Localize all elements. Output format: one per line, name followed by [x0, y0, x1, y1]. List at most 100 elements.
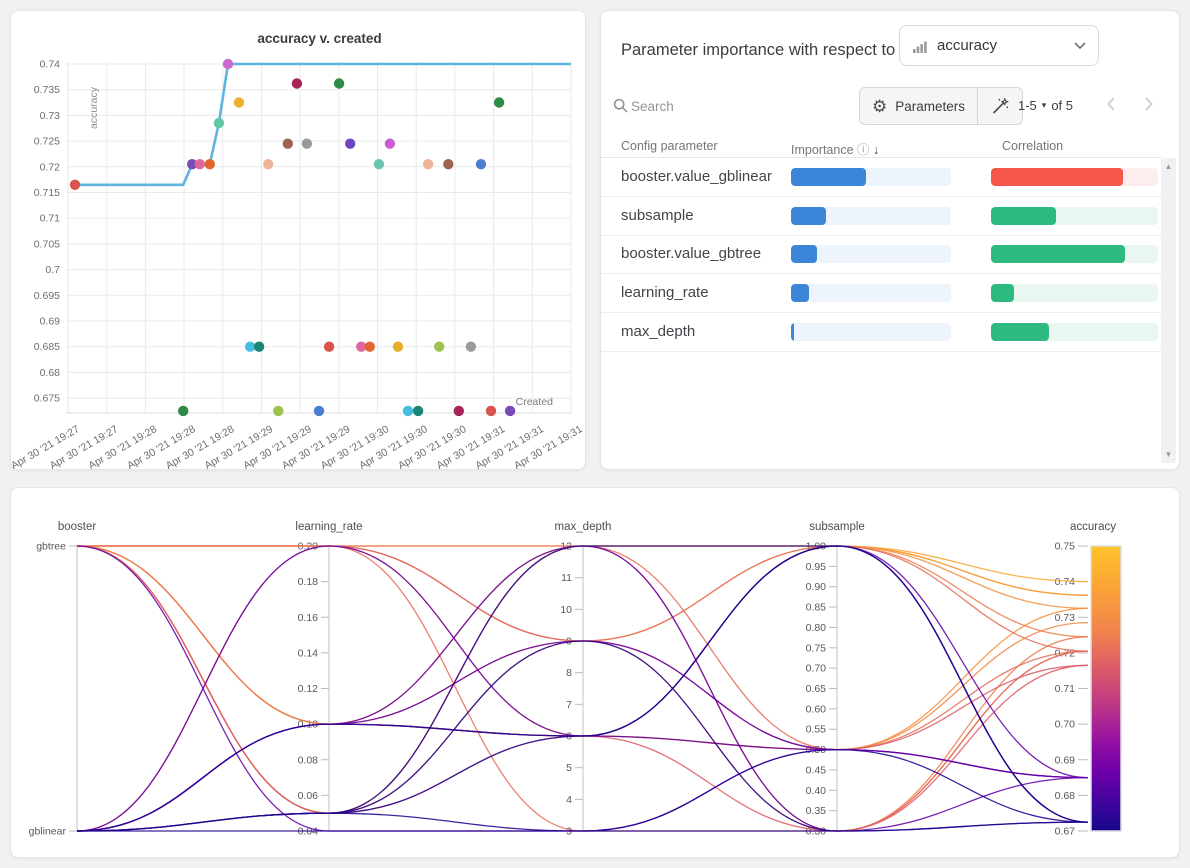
parameters-button[interactable]: ⚙ Parameters	[860, 88, 977, 124]
axis-tick-label: 0.67	[1055, 826, 1076, 838]
run-point[interactable]	[223, 59, 233, 69]
parameter-row[interactable]: booster.value_gbtree	[601, 235, 1161, 274]
run-point[interactable]	[494, 97, 504, 107]
importance-bar	[791, 245, 951, 263]
y-tick-label: 0.73	[40, 110, 61, 122]
accuracy-colorbar	[1091, 546, 1121, 831]
run-point[interactable]	[413, 406, 423, 416]
run-point[interactable]	[423, 159, 433, 169]
importance-bar	[791, 207, 951, 225]
y-tick-label: 0.74	[40, 59, 61, 71]
parameter-name: subsample	[621, 207, 694, 224]
magic-wand-button[interactable]	[977, 88, 1022, 124]
caret-down-icon: ▾	[1042, 100, 1047, 111]
run-point[interactable]	[195, 159, 205, 169]
run-point[interactable]	[443, 159, 453, 169]
scroll-up-icon[interactable]: ▲	[1161, 162, 1176, 171]
magic-wand-icon	[990, 96, 1010, 116]
chevron-down-icon	[1074, 42, 1086, 50]
run-point[interactable]	[505, 406, 515, 416]
table-scrollbar[interactable]: ▲ ▼	[1161, 158, 1176, 463]
run-point[interactable]	[403, 406, 413, 416]
run-point[interactable]	[254, 342, 264, 352]
parameter-row[interactable]: subsample	[601, 197, 1161, 236]
axis-title: subsample	[809, 521, 865, 533]
parameter-row[interactable]: learning_rate	[601, 274, 1161, 313]
y-tick-label: 0.71	[40, 213, 61, 225]
run-point[interactable]	[292, 78, 302, 88]
y-tick-label: 0.7	[45, 264, 60, 276]
column-header-importance[interactable]: Importance ⓘ ↓	[791, 139, 879, 158]
chevron-left-icon[interactable]	[1104, 96, 1118, 112]
parameter-name: booster.value_gblinear	[621, 168, 772, 185]
run-point[interactable]	[385, 139, 395, 149]
axis-tick-label: 7	[566, 699, 572, 711]
panel-title: Parameter importance with respect to	[621, 41, 895, 60]
parameter-row[interactable]: booster.value_gblinear	[601, 158, 1161, 197]
dashboard-page: 0.740.7350.730.7250.720.7150.710.7050.70…	[0, 0, 1190, 868]
run-point[interactable]	[314, 406, 324, 416]
sort-descending-icon: ↓	[873, 143, 879, 157]
run-point[interactable]	[70, 180, 80, 190]
run-point[interactable]	[434, 342, 444, 352]
run-point[interactable]	[178, 406, 188, 416]
axis-tick-label: 0.90	[806, 581, 827, 593]
pagination-control[interactable]: 1-5 ▾ of 5	[1018, 98, 1073, 113]
run-point[interactable]	[486, 406, 496, 416]
axis-title: booster	[58, 521, 97, 533]
run-point[interactable]	[454, 406, 464, 416]
parameter-name: learning_rate	[621, 284, 709, 301]
axis-tick-label: 0.14	[298, 647, 319, 659]
run-point[interactable]	[263, 159, 273, 169]
axis-tick-label: 0.55	[806, 724, 827, 736]
column-header-correlation[interactable]: Correlation	[1002, 139, 1063, 153]
run-point[interactable]	[365, 342, 375, 352]
pagination-of: of 5	[1051, 98, 1073, 113]
axis-title: accuracy	[1070, 521, 1116, 533]
run-point[interactable]	[283, 139, 293, 149]
column-header-parameter[interactable]: Config parameter	[621, 139, 718, 153]
parallel-coordinates-chart[interactable]: boostergblineargbtreelearning_rate0.040.…	[11, 488, 1179, 857]
scroll-down-icon[interactable]: ▼	[1161, 450, 1176, 459]
bar-chart-icon	[912, 38, 928, 54]
axis-tick-label: 0.08	[298, 754, 319, 766]
axis-tick-label: 0.68	[1055, 790, 1076, 802]
axis-tick-label: 11	[561, 572, 572, 584]
metric-selector-value: accuracy	[937, 37, 1074, 54]
axis-tick-label: 0.40	[806, 785, 827, 797]
run-point[interactable]	[214, 118, 224, 128]
run-point[interactable]	[273, 406, 283, 416]
axis-tick-label: 0.12	[298, 683, 319, 695]
run-point[interactable]	[234, 97, 244, 107]
correlation-bar	[991, 284, 1158, 302]
table-controls-group: ⚙ Parameters	[859, 87, 1023, 125]
run-point[interactable]	[334, 78, 344, 88]
run-point[interactable]	[393, 342, 403, 352]
parameter-row[interactable]: max_depth	[601, 313, 1161, 352]
y-tick-label: 0.72	[40, 161, 61, 173]
axis-tick-label: 0.71	[1055, 683, 1076, 695]
axis-tick-label: 0.69	[1055, 754, 1076, 766]
chart-title: accuracy v. created	[257, 31, 381, 46]
metric-selector-dropdown[interactable]: accuracy	[899, 25, 1099, 66]
run-point[interactable]	[374, 159, 384, 169]
axis-tick-label: 0.65	[806, 683, 827, 695]
accuracy-vs-created-chart[interactable]: 0.740.7350.730.7250.720.7150.710.7050.70…	[11, 11, 585, 469]
run-point[interactable]	[466, 342, 476, 352]
y-tick-label: 0.695	[34, 290, 60, 302]
chevron-right-icon[interactable]	[1142, 96, 1156, 112]
run-point[interactable]	[345, 139, 355, 149]
run-point[interactable]	[476, 159, 486, 169]
importance-bar	[791, 284, 951, 302]
axis-tick-label: 8	[566, 667, 572, 679]
run-point[interactable]	[245, 342, 255, 352]
run-point[interactable]	[205, 159, 215, 169]
search-input[interactable]	[631, 93, 781, 119]
axis-tick-label: 0.75	[1055, 541, 1076, 553]
y-tick-label: 0.675	[34, 393, 60, 405]
y-axis-title: accuracy	[88, 86, 100, 129]
run-point[interactable]	[302, 139, 312, 149]
y-tick-label: 0.735	[34, 84, 60, 96]
axis-tick-label: 0.80	[806, 622, 827, 634]
run-point[interactable]	[324, 342, 334, 352]
